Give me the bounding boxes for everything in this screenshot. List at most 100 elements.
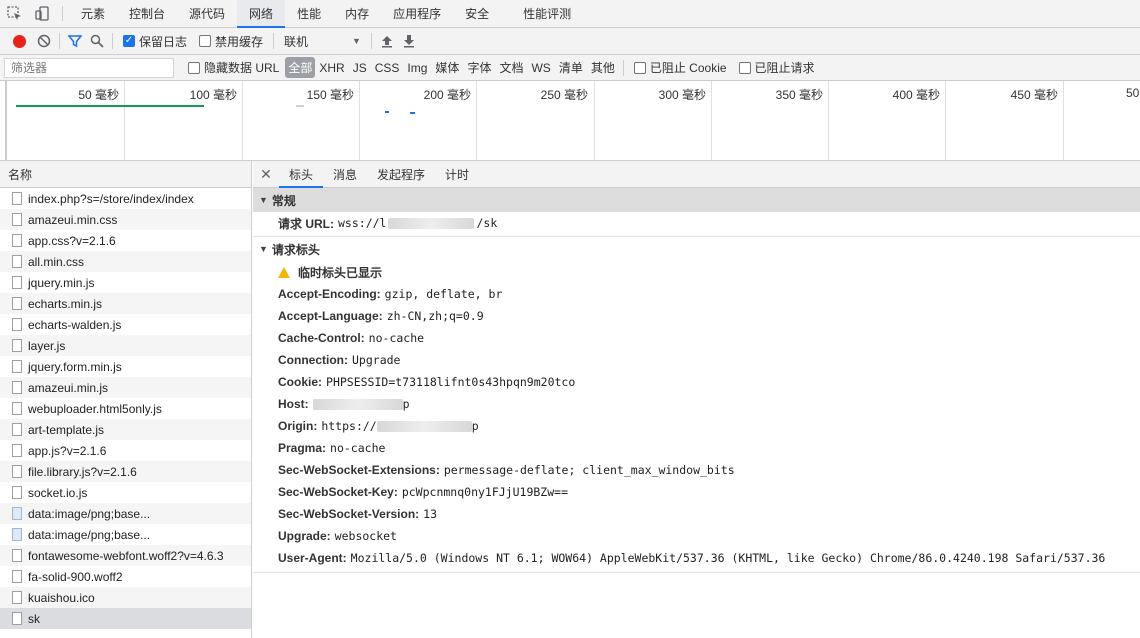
request-row[interactable]: webuploader.html5only.js [0, 398, 251, 419]
checkbox-unchecked-icon [738, 61, 751, 74]
warning-icon [278, 266, 290, 278]
request-row[interactable]: all.min.css [0, 251, 251, 272]
document-file-icon [12, 423, 22, 436]
request-row[interactable]: app.css?v=2.1.6 [0, 230, 251, 251]
request-header-row: Origin: https:// p [253, 415, 1140, 437]
details-tab[interactable]: 标头 [279, 161, 324, 188]
general-section-header[interactable]: ▼ 常规 [253, 188, 1140, 212]
timeline-selection-handle[interactable] [5, 81, 7, 160]
import-har-button[interactable] [376, 28, 398, 55]
tabbar-divider [62, 6, 63, 21]
request-row[interactable]: data:image/png;base... [0, 524, 251, 545]
hide-data-urls-label: 隐藏数据 URL [204, 61, 280, 75]
provisional-headers-text: 临时标头已显示 [298, 265, 383, 280]
filter-icon [68, 35, 82, 48]
filter-type-button[interactable]: 全部 [285, 57, 316, 78]
timeline-overview[interactable]: 50 毫秒 100 毫秒 150 毫秒 200 毫秒 250 毫秒 300 毫秒 350 毫… [0, 81, 1140, 161]
request-row[interactable]: jquery.form.min.js [0, 356, 251, 377]
disable-cache-checkbox[interactable]: 禁用缓存 [193, 33, 269, 50]
details-tab[interactable]: 消息 [323, 161, 367, 187]
header-key: Pragma: [278, 441, 327, 455]
request-list: 名称 index.php?s=/store/index/index amazeui… [0, 161, 252, 638]
filter-type-button[interactable]: CSS [371, 61, 404, 75]
request-name: echarts-walden.js [28, 317, 122, 332]
request-name: index.php?s=/store/index/index [28, 191, 194, 206]
request-row[interactable]: kuaishou.ico [0, 587, 251, 608]
filter-type-button[interactable]: Img [403, 61, 431, 75]
export-har-button[interactable] [398, 28, 420, 55]
hide-data-urls-checkbox[interactable]: 隐藏数据 URL [182, 59, 285, 76]
devtools-tab[interactable]: 内存 [333, 0, 381, 27]
search-button[interactable] [86, 28, 108, 55]
document-file-icon [12, 444, 22, 457]
filter-type-button[interactable]: 清单 [555, 59, 587, 76]
devtools-tab[interactable]: 性能评测 [511, 0, 583, 27]
header-value: Upgrade [352, 353, 401, 367]
preserve-log-checkbox[interactable]: ✓ 保留日志 [117, 33, 193, 50]
request-row[interactable]: socket.io.js [0, 482, 251, 503]
filter-type-button[interactable]: 媒体 [431, 59, 463, 76]
request-row[interactable]: echarts-walden.js [0, 314, 251, 335]
timeline-tick-label: 100 毫秒 [189, 88, 237, 102]
request-row[interactable]: file.library.js?v=2.1.6 [0, 461, 251, 482]
request-name: jquery.form.min.js [28, 359, 122, 374]
request-row[interactable]: index.php?s=/store/index/index [0, 188, 251, 209]
filter-type-button[interactable]: 文档 [495, 59, 527, 76]
devtools-tab[interactable]: 网络 [237, 0, 286, 28]
header-value: pcWpcnmnq0ny1FJjU19BZw== [401, 485, 568, 499]
timeline-request-bar [385, 111, 389, 113]
name-column-header[interactable]: 名称 [0, 161, 251, 188]
timeline-gridline [945, 81, 946, 160]
filter-toggle-button[interactable] [64, 28, 86, 55]
header-key: Sec-WebSocket-Version: [278, 507, 420, 521]
details-tab[interactable]: 计时 [435, 161, 479, 187]
document-file-icon [12, 318, 22, 331]
devtools-tab[interactable]: 性能 [285, 0, 333, 27]
filter-type-button[interactable]: 其他 [587, 59, 619, 76]
request-row[interactable]: fa-solid-900.woff2 [0, 566, 251, 587]
document-file-icon [12, 486, 22, 499]
document-file-icon [12, 381, 22, 394]
devtools-tab[interactable]: 源代码 [177, 0, 237, 27]
toolbar-divider [273, 33, 275, 49]
devtools-tab[interactable]: 安全 [453, 0, 501, 27]
filter-type-button[interactable]: XHR [315, 61, 348, 75]
request-row[interactable]: amazeui.min.css [0, 209, 251, 230]
blocked-cookies-checkbox[interactable]: 已阻止 Cookie [628, 59, 733, 76]
clear-button[interactable] [33, 28, 55, 55]
record-button[interactable] [6, 28, 33, 55]
inspect-element-icon[interactable] [0, 0, 28, 27]
request-row[interactable]: fontawesome-webfont.woff2?v=4.6.3 [0, 545, 251, 566]
filter-input[interactable] [4, 57, 174, 78]
request-row[interactable]: amazeui.min.js [0, 377, 251, 398]
request-row[interactable]: sk [0, 608, 251, 629]
throttling-select[interactable]: 联机 ▼ [278, 33, 367, 50]
request-row[interactable]: app.js?v=2.1.6 [0, 440, 251, 461]
device-toolbar-icon[interactable] [28, 0, 56, 27]
request-header-row: Sec-WebSocket-Key: pcWpcnmnq0ny1FJjU19BZw… [253, 481, 1140, 503]
blocked-requests-checkbox[interactable]: 已阻止请求 [733, 59, 821, 76]
filter-type-button[interactable]: JS [349, 61, 371, 75]
document-file-icon [12, 465, 22, 478]
close-details-button[interactable]: ✕ [253, 161, 279, 187]
request-name: fontawesome-webfont.woff2?v=4.6.3 [28, 548, 224, 563]
upload-icon [381, 36, 392, 48]
request-row[interactable]: data:image/png;base... [0, 503, 251, 524]
details-tab[interactable]: 发起程序 [367, 161, 435, 187]
request-row[interactable]: jquery.min.js [0, 272, 251, 293]
devtools-tab[interactable]: 应用程序 [381, 0, 453, 27]
header-key: Cache-Control: [278, 331, 365, 345]
request-row[interactable]: echarts.min.js [0, 293, 251, 314]
devtools-tab[interactable]: 控制台 [117, 0, 177, 27]
request-row[interactable]: layer.js [0, 335, 251, 356]
request-name: echarts.min.js [28, 296, 103, 311]
request-row[interactable]: art-template.js [0, 419, 251, 440]
request-url-key: 请求 URL: [278, 216, 334, 231]
filter-type-button[interactable]: WS [527, 61, 554, 75]
timeline-tick-label: 350 毫秒 [775, 88, 823, 102]
filter-type-button[interactable]: 字体 [463, 59, 495, 76]
devtools-tab[interactable]: 元素 [69, 0, 117, 27]
request-header-row: Host: p [253, 393, 1140, 415]
request-headers-section-header[interactable]: ▼ 请求标头 [253, 237, 1140, 261]
header-value: permessage-deflate; client_max_window_bi… [443, 463, 735, 477]
